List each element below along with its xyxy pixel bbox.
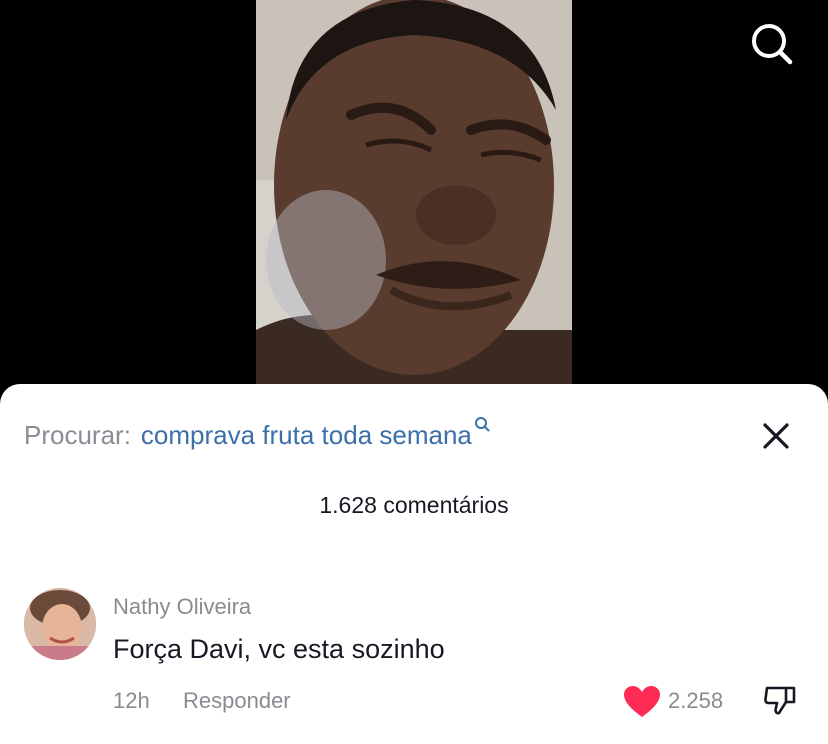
heart-icon <box>624 686 660 717</box>
avatar[interactable] <box>24 588 96 660</box>
close-button[interactable] <box>758 418 794 454</box>
video-player[interactable] <box>0 0 828 400</box>
close-icon <box>763 423 789 449</box>
search-icon <box>752 24 793 65</box>
search-term-link[interactable]: comprava fruta toda semana <box>141 420 472 451</box>
search-label: Procurar: <box>24 420 131 450</box>
like-count: 2.258 <box>668 688 724 713</box>
comment-time: 12h <box>113 688 150 713</box>
comments-count: 1.628 comentários <box>319 492 509 518</box>
like-button[interactable] <box>622 684 662 720</box>
search-icon <box>474 408 490 432</box>
search-suggestion[interactable]: Procurar: comprava fruta toda semana <box>24 417 490 456</box>
comment-username[interactable]: Nathy Oliveira <box>113 594 251 620</box>
video-thumbnail <box>256 0 572 400</box>
reply-button[interactable]: Responder <box>183 688 291 714</box>
video-search-button[interactable] <box>746 18 798 70</box>
comment-item: Nathy Oliveira Força Davi, vc esta sozin… <box>0 584 828 724</box>
comment-text: Força Davi, vc esta sozinho <box>113 634 445 664</box>
thumbs-down-icon <box>764 686 796 715</box>
dislike-button[interactable] <box>762 682 798 718</box>
video-frame <box>256 0 572 400</box>
comments-sheet: Procurar: comprava fruta toda semana 1.6… <box>0 384 828 744</box>
